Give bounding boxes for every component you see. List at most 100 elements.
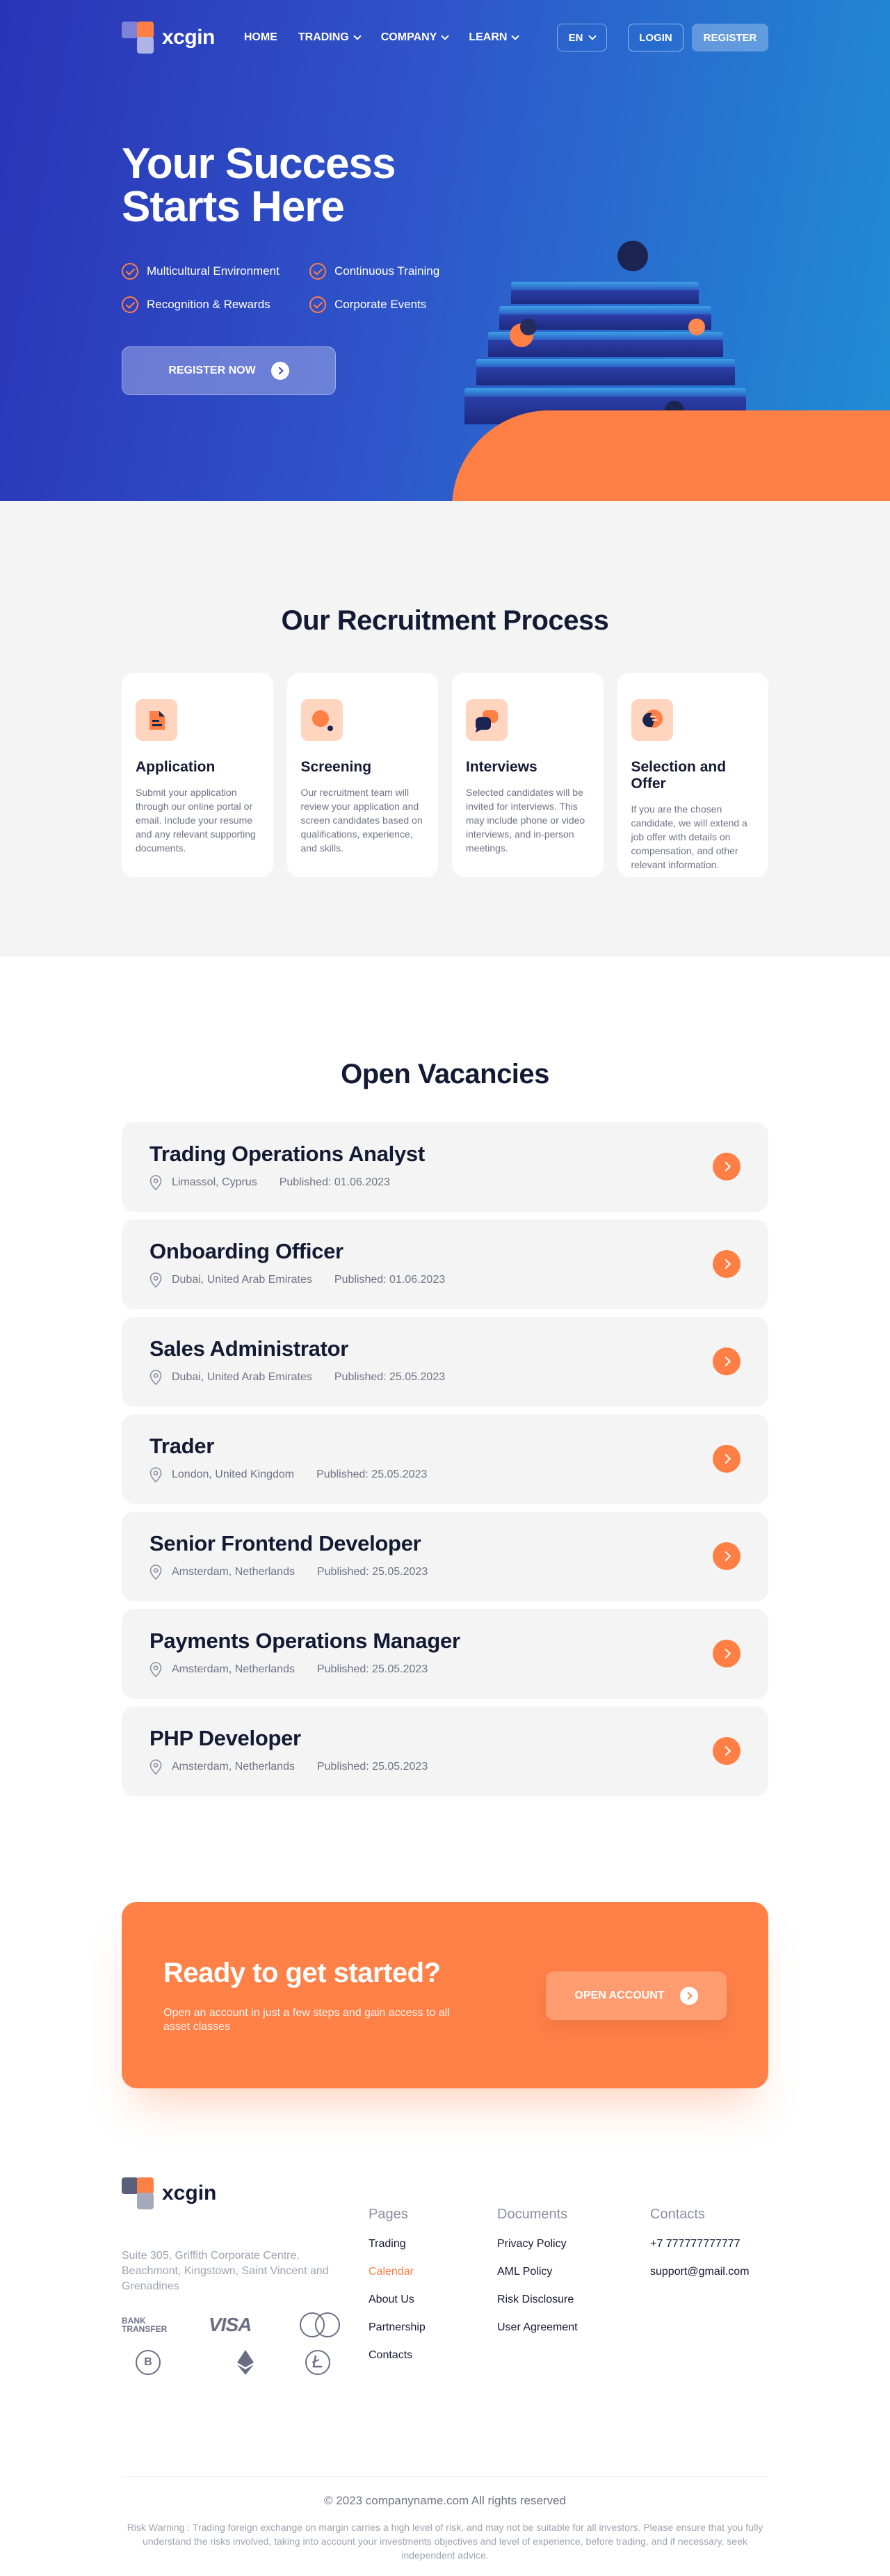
footer-link[interactable]: User Agreement <box>497 2321 650 2334</box>
vacancy-meta: Amsterdam, Netherlands Published: 25.05.2… <box>149 1759 741 1775</box>
vacancy-location: Amsterdam, Netherlands <box>172 1663 295 1675</box>
vacancy-card[interactable]: Onboarding Officer Dubai, United Arab Emi… <box>122 1219 768 1309</box>
vacancy-title: Senior Frontend Developer <box>149 1531 421 1555</box>
vacancy-location: London, United Kingdom <box>172 1469 295 1480</box>
bitcoin-icon: B <box>136 2350 161 2375</box>
footer-top: xcgin Suite 305, Griffith Corporate Cent… <box>122 2177 768 2477</box>
footer-bottom: © 2023 companyname.com All rights reserv… <box>122 2477 768 2576</box>
login-button[interactable]: LOGIN <box>628 24 683 51</box>
step-card: Screening Our recruitment team will revi… <box>286 673 438 877</box>
footer-link[interactable]: About Us <box>369 2294 497 2306</box>
footer-link[interactable]: Calendar <box>369 2266 497 2278</box>
transfer-label: TRANSFER <box>122 2324 168 2334</box>
recruitment-title: Our Recruitment Process <box>281 605 609 636</box>
arrow-right-icon[interactable] <box>713 1347 741 1375</box>
vacancy-meta: Dubai, United Arab Emirates Published: 25… <box>149 1370 741 1385</box>
logo[interactable]: xcgin <box>122 22 215 54</box>
location-pin-icon <box>149 1565 162 1580</box>
vacancies-title: Open Vacancies <box>341 1059 549 1089</box>
footer-column-heading: Contacts <box>650 2207 705 2222</box>
feature-label: Recognition & Rewards <box>147 298 270 311</box>
arrow-right-icon[interactable] <box>713 1445 741 1473</box>
footer-link[interactable]: Partnership <box>369 2321 497 2334</box>
hero-title-line: Starts Here <box>122 183 345 231</box>
location-pin-icon <box>149 1272 162 1288</box>
feature-label: Multicultural Environment <box>147 264 280 278</box>
location-pin-icon <box>149 1370 162 1385</box>
footer-logo[interactable]: xcgin <box>122 2177 369 2209</box>
step-text: Selected candidates will be invited for … <box>466 787 585 854</box>
recruitment-section: Our Recruitment Process Application Subm… <box>0 501 890 957</box>
check-circle-icon <box>122 263 138 280</box>
arrow-right-icon <box>679 1987 698 2005</box>
vacancy-title: PHP Developer <box>149 1726 301 1750</box>
vacancy-title: Sales Administrator <box>149 1336 349 1361</box>
payment-methods: BANK TRANSFER VISA B <box>122 2311 369 2376</box>
vacancy-card[interactable]: PHP Developer Amsterdam, Netherlands Publi… <box>122 1706 768 1796</box>
footer-link[interactable]: Privacy Policy <box>497 2238 650 2250</box>
step-title: Selection and Offer <box>631 759 727 792</box>
arrow-right-icon[interactable] <box>713 1153 741 1181</box>
step-title: Application <box>136 759 216 775</box>
check-circle-icon <box>309 263 326 280</box>
cta-banner: Ready to get started? Open an account in… <box>122 1902 768 2088</box>
vacancy-published: Published: 01.06.2023 <box>279 1176 390 1188</box>
arrow-right-icon[interactable] <box>713 1250 741 1278</box>
footer-link[interactable]: support@gmail.com <box>650 2266 768 2278</box>
nav-item-label: LEARN <box>469 31 508 43</box>
vacancy-meta: Amsterdam, Netherlands Published: 25.05.2… <box>149 1662 741 1677</box>
language-label: EN <box>568 31 583 44</box>
bank-transfer-logo: BANK TRANSFER <box>122 2311 209 2339</box>
footer-link[interactable]: Contacts <box>369 2349 497 2362</box>
open-account-label: OPEN ACCOUNT <box>574 1990 665 2001</box>
register-now-button[interactable]: REGISTER NOW <box>122 346 336 395</box>
nav-item-trading[interactable]: TRADING <box>298 31 362 44</box>
step-text: Our recruitment team will review your ap… <box>300 787 423 854</box>
nav-item-label: HOME <box>243 31 277 43</box>
vacancy-card[interactable]: Payments Operations Manager Amsterdam, Ne… <box>122 1609 768 1699</box>
mastercard-logo <box>296 2311 358 2339</box>
chevron-down-icon <box>588 32 597 40</box>
footer-link[interactable]: +7 777777777777 <box>650 2238 768 2250</box>
stairs-illustration <box>464 241 746 424</box>
ethereum-logo <box>209 2349 296 2376</box>
vacancy-list: Trading Operations Analyst Limassol, Cypr… <box>122 1122 768 1796</box>
vacancy-location: Dubai, United Arab Emirates <box>172 1371 312 1383</box>
feature-item: Recognition & Rewards <box>122 296 309 313</box>
language-select[interactable]: EN <box>557 24 607 51</box>
chevron-down-icon <box>353 32 362 40</box>
vacancy-card[interactable]: Trader London, United Kingdom Published: 2… <box>122 1414 768 1504</box>
recruitment-steps: Application Submit your application thro… <box>122 673 768 877</box>
step-title: Screening <box>300 759 372 775</box>
check-circle-icon <box>122 296 138 313</box>
arrow-right-icon[interactable] <box>713 1640 741 1667</box>
vacancy-published: Published: 25.05.2023 <box>316 1566 428 1578</box>
nav-item-home[interactable]: HOME <box>244 31 277 44</box>
vacancies-section: Open Vacancies Trading Operations Analys… <box>0 957 890 1902</box>
vacancy-title: Onboarding Officer <box>149 1239 343 1263</box>
location-pin-icon <box>149 1759 162 1775</box>
check-circle-icon <box>309 296 326 313</box>
vacancy-card[interactable]: Trading Operations Analyst Limassol, Cypr… <box>122 1122 768 1212</box>
open-account-button[interactable]: OPEN ACCOUNT <box>546 1971 727 2020</box>
feature-item: Multicultural Environment <box>122 263 309 280</box>
vacancy-card[interactable]: Sales Administrator Dubai, United Arab Em… <box>122 1317 768 1407</box>
register-button[interactable]: REGISTER <box>692 24 768 51</box>
nav-actions: EN LOGIN REGISTER <box>557 24 768 51</box>
top-navigation: xcgin HOME TRADING COMPANY LEARN EN LOGI… <box>122 22 768 54</box>
vacancy-card[interactable]: Senior Frontend Developer Amsterdam, Neth… <box>122 1512 768 1601</box>
nav-item-learn[interactable]: LEARN <box>469 31 520 44</box>
footer-link[interactable]: Trading <box>369 2238 497 2250</box>
company-address: Suite 305, Griffith Corporate Centre, Be… <box>122 2250 329 2292</box>
nav-item-company[interactable]: COMPANY <box>381 31 450 44</box>
arrow-right-icon[interactable] <box>713 1737 741 1765</box>
footer-link[interactable]: AML Policy <box>497 2266 650 2278</box>
vacancy-location: Limassol, Cyprus <box>172 1176 257 1188</box>
arrow-right-icon[interactable] <box>713 1542 741 1570</box>
footer-link[interactable]: Risk Disclosure <box>497 2294 650 2306</box>
vacancy-title: Trader <box>149 1434 214 1458</box>
footer-documents-column: Documents Privacy Policy AML Policy Risk Di… <box>497 2177 650 2477</box>
nav-item-label: TRADING <box>298 31 349 43</box>
step-title: Interviews <box>466 759 537 775</box>
step-text: If you are the chosen candidate, we will… <box>631 803 747 870</box>
